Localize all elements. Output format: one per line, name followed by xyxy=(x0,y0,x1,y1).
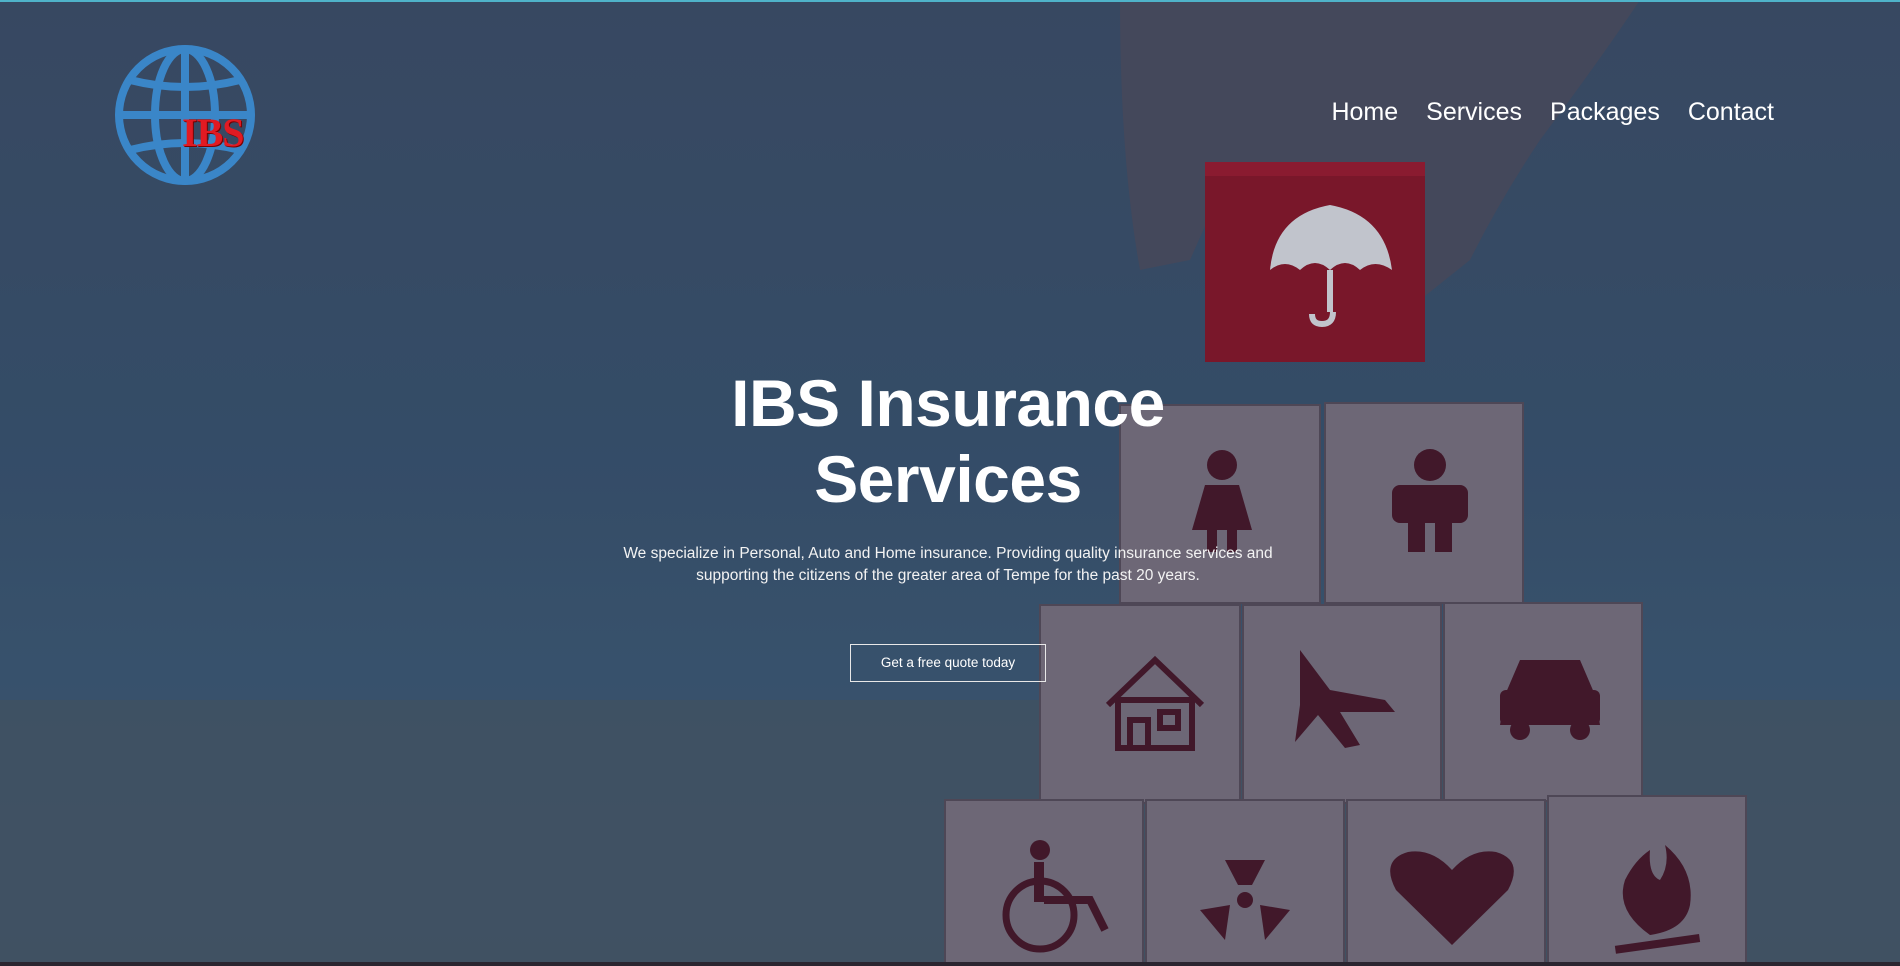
hero-title: IBS Insurance Services xyxy=(731,366,1165,516)
hero-content: IBS Insurance Services We specialize in … xyxy=(600,365,1296,682)
logo-text: IBS xyxy=(182,110,244,155)
nav-contact-link[interactable]: Contact xyxy=(1688,98,1774,127)
bottom-bar xyxy=(0,962,1900,966)
nav-home-link[interactable]: Home xyxy=(1331,98,1398,127)
nav-packages-link[interactable]: Packages xyxy=(1550,98,1660,127)
free-quote-button[interactable]: Get a free quote today xyxy=(850,644,1046,682)
nav-services-link[interactable]: Services xyxy=(1426,98,1522,127)
site-logo[interactable]: IBS xyxy=(112,42,258,188)
top-accent-line xyxy=(0,0,1900,2)
main-nav: Home Services Packages Contact xyxy=(1331,98,1774,127)
hero-subtitle: We specialize in Personal, Auto and Home… xyxy=(623,545,1273,584)
hero-section: IBS Home Services Packages Contact IBS I… xyxy=(0,0,1900,966)
